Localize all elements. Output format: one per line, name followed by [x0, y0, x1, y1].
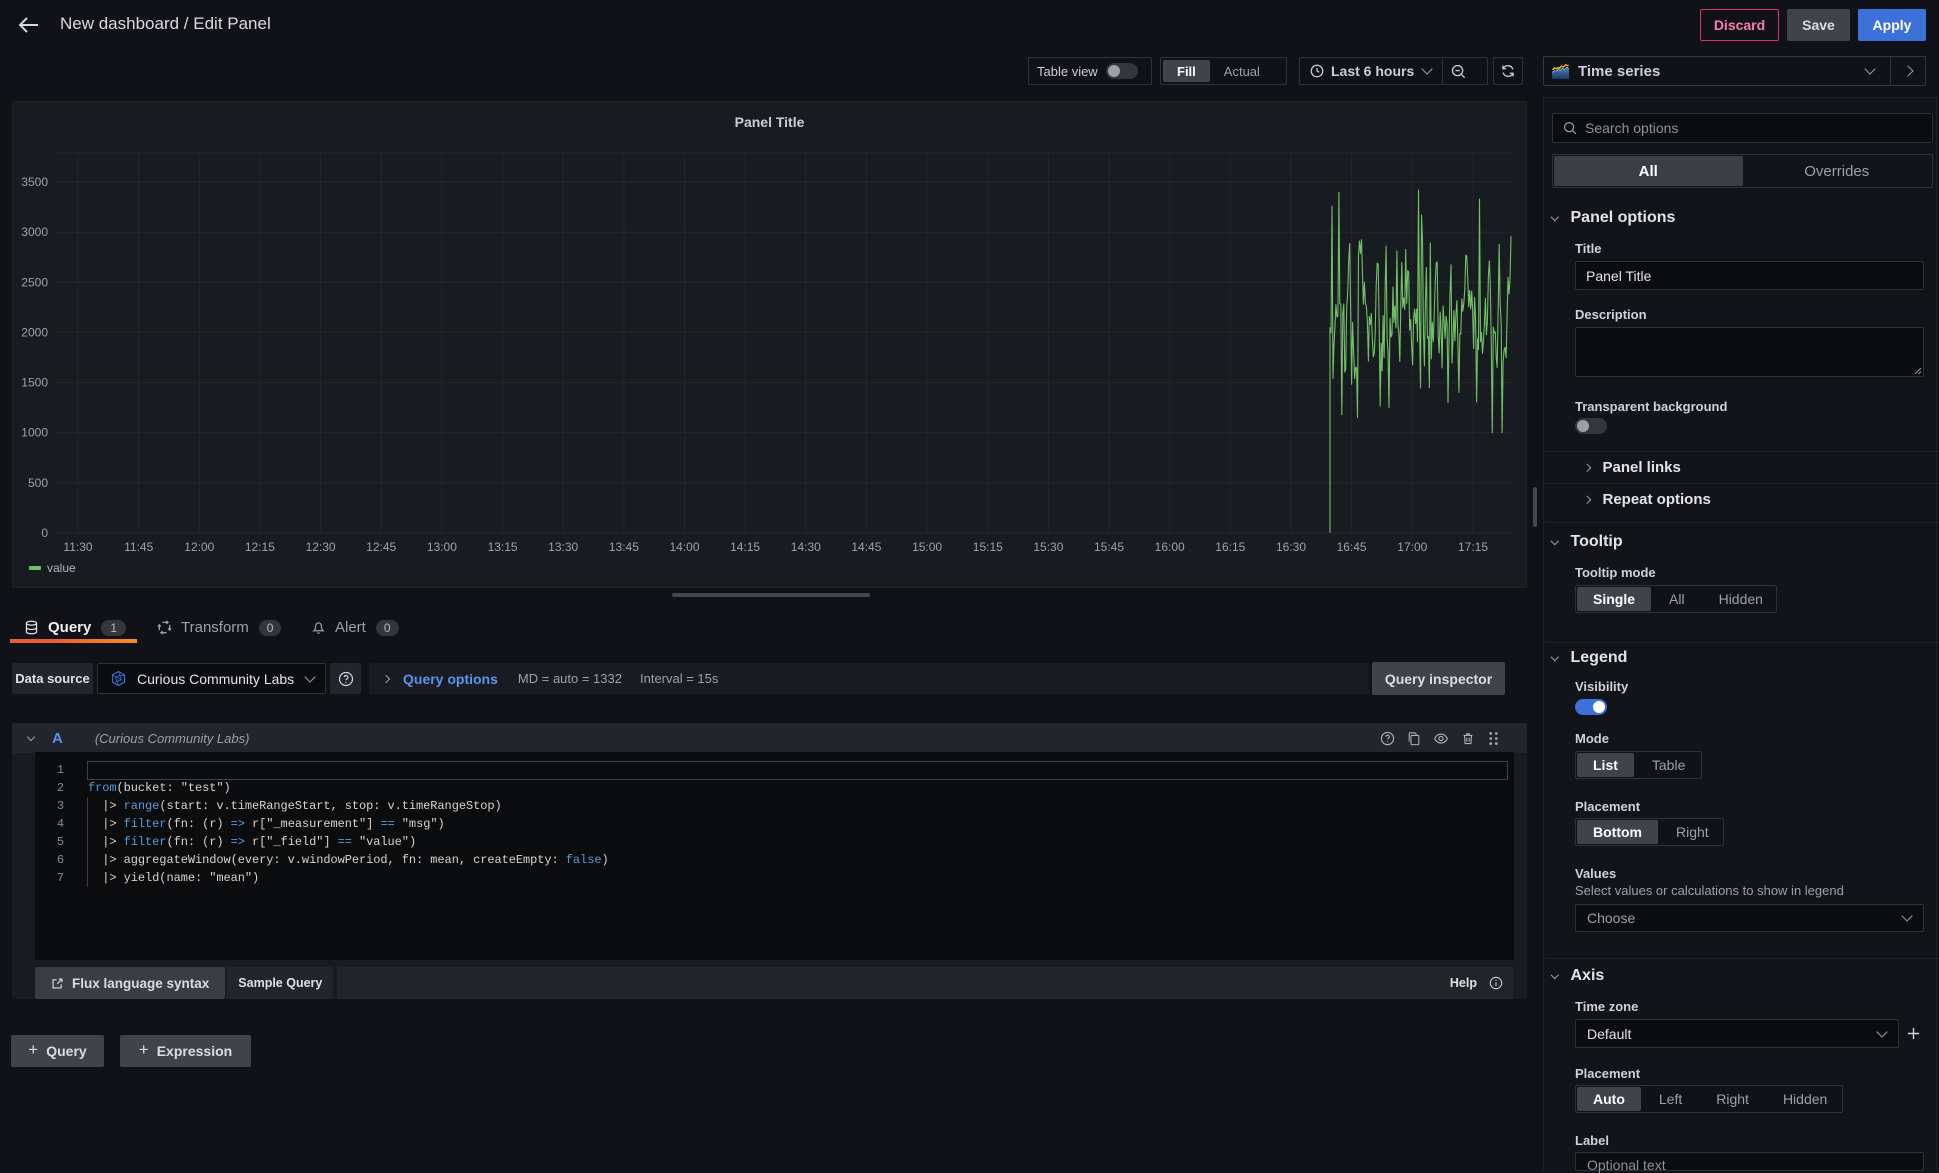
svg-text:12:45: 12:45	[366, 540, 396, 554]
svg-text:13:15: 13:15	[488, 540, 518, 554]
svg-text:1000: 1000	[21, 426, 48, 440]
svg-text:14:00: 14:00	[669, 540, 699, 554]
svg-text:2500: 2500	[21, 275, 48, 289]
svg-text:11:30: 11:30	[63, 540, 92, 554]
svg-text:13:00: 13:00	[427, 540, 457, 554]
svg-text:11:45: 11:45	[124, 540, 153, 554]
svg-text:1500: 1500	[21, 376, 48, 390]
svg-text:13:45: 13:45	[609, 540, 639, 554]
svg-text:16:30: 16:30	[1276, 540, 1306, 554]
svg-text:12:00: 12:00	[184, 540, 214, 554]
svg-text:16:45: 16:45	[1337, 540, 1367, 554]
svg-text:16:15: 16:15	[1215, 540, 1245, 554]
svg-text:16:00: 16:00	[1155, 540, 1185, 554]
svg-text:12:30: 12:30	[306, 540, 336, 554]
svg-text:14:15: 14:15	[730, 540, 760, 554]
svg-text:15:00: 15:00	[912, 540, 942, 554]
svg-text:15:15: 15:15	[973, 540, 1003, 554]
svg-text:14:30: 14:30	[791, 540, 821, 554]
svg-text:500: 500	[28, 476, 48, 490]
svg-text:3500: 3500	[21, 175, 48, 189]
svg-text:14:45: 14:45	[851, 540, 881, 554]
svg-text:15:45: 15:45	[1094, 540, 1124, 554]
svg-text:0: 0	[41, 526, 48, 540]
svg-text:17:00: 17:00	[1397, 540, 1427, 554]
svg-text:13:30: 13:30	[548, 540, 578, 554]
svg-text:12:15: 12:15	[245, 540, 275, 554]
svg-text:3000: 3000	[21, 225, 48, 239]
svg-text:17:15: 17:15	[1458, 540, 1488, 554]
svg-text:15:30: 15:30	[1033, 540, 1063, 554]
svg-text:2000: 2000	[21, 325, 48, 339]
